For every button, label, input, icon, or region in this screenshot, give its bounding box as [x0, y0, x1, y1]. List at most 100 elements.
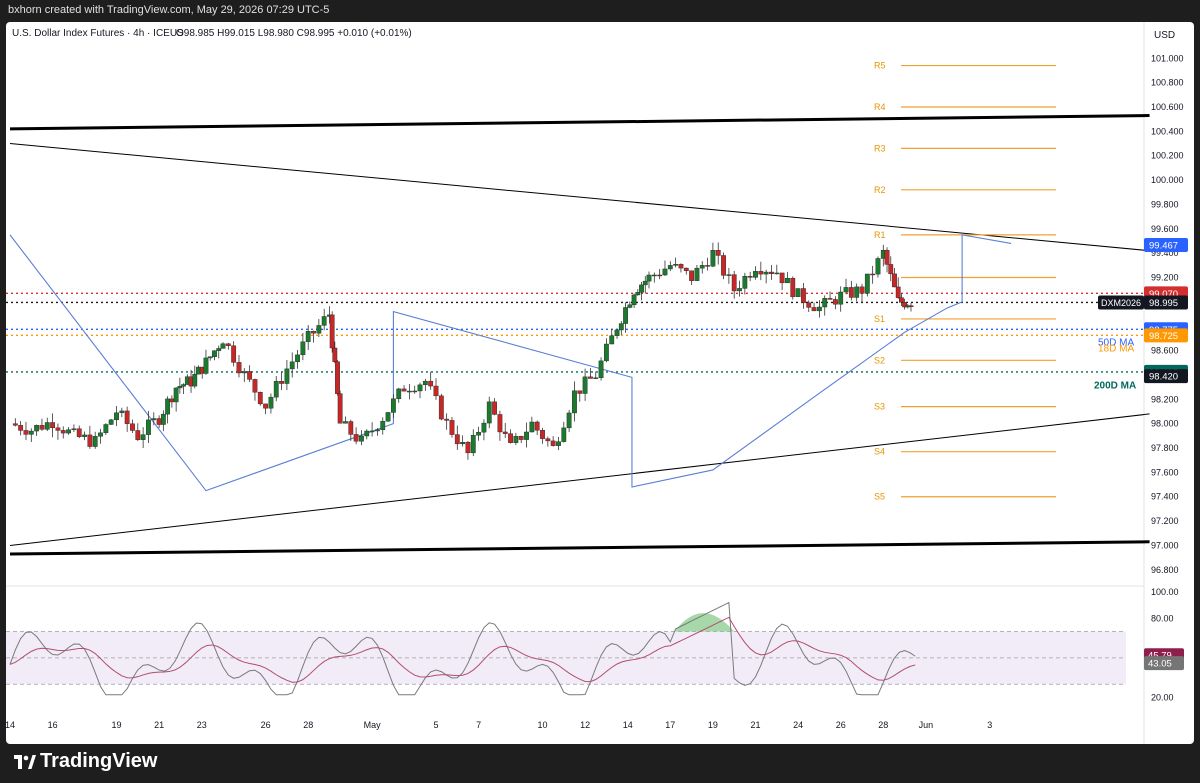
- upper-channel-line: [9, 114, 1150, 131]
- pivot-label: R5: [874, 61, 886, 71]
- candle-down: [689, 270, 695, 281]
- candle-down: [23, 430, 29, 435]
- x-tick-label: 28: [303, 720, 313, 730]
- candle-up: [694, 267, 700, 281]
- candle-up: [572, 390, 577, 414]
- pivot-label: R2: [874, 185, 886, 195]
- candle-up: [822, 298, 828, 308]
- ma200-label: 200D MA: [1094, 381, 1136, 392]
- candle-up: [396, 388, 402, 400]
- candle-up: [795, 288, 801, 297]
- candle-up: [843, 287, 849, 293]
- y-tick-label: 99.200: [1151, 273, 1179, 283]
- candle-up: [667, 265, 673, 270]
- candle-down: [225, 343, 231, 346]
- y-tick-label: 96.800: [1151, 565, 1179, 575]
- candle-up: [181, 384, 186, 387]
- candle-up: [380, 421, 386, 430]
- candle-down: [779, 272, 785, 284]
- candle-up: [470, 434, 476, 454]
- x-tick-label: 21: [154, 720, 164, 730]
- candle-up: [71, 428, 77, 430]
- chart-frame[interactable]: U.S. Dollar Index Futures · 4h · ICEUS O9…: [6, 22, 1194, 744]
- candle-down: [492, 401, 497, 415]
- candle-down: [518, 436, 524, 440]
- candle-up: [838, 291, 844, 305]
- candle-down: [76, 428, 82, 437]
- candle-up: [289, 361, 295, 370]
- rsi-tick-label: 100.00: [1151, 587, 1179, 597]
- credit-text: bxhorn created with TradingView.com, May…: [8, 4, 330, 16]
- candle-down: [790, 278, 796, 297]
- candle-down: [257, 392, 263, 405]
- candle-down: [848, 287, 854, 298]
- pivot-label: S1: [874, 314, 885, 324]
- candle-down: [156, 418, 162, 425]
- price-chart[interactable]: U.S. Dollar Index Futures · 4h · ICEUSO9…: [6, 22, 1194, 744]
- y-tick-label: 98.600: [1151, 346, 1179, 356]
- x-tick-label: 21: [750, 720, 760, 730]
- candle-down: [231, 345, 237, 363]
- candle-up: [854, 286, 860, 298]
- candle-down: [311, 331, 316, 334]
- candle-up: [364, 430, 370, 437]
- candle-down: [438, 395, 444, 420]
- candle-down: [263, 403, 268, 409]
- rsi-value-label: 43.05: [1148, 659, 1172, 670]
- candle-up: [627, 304, 633, 308]
- candle-up: [241, 371, 247, 374]
- candle-down: [715, 250, 721, 256]
- candle-down: [39, 425, 45, 430]
- y-tick-label: 98.000: [1151, 419, 1179, 429]
- candle-up: [192, 373, 198, 387]
- candle-up: [119, 410, 125, 413]
- candle-down: [705, 265, 710, 267]
- candle-up: [412, 390, 418, 393]
- candle-down: [329, 314, 335, 349]
- candle-up: [556, 441, 561, 446]
- candle-up: [513, 436, 519, 443]
- y-tick-label: 98.200: [1151, 394, 1179, 404]
- candle-up: [151, 418, 157, 421]
- candle-down: [908, 305, 914, 307]
- candle-down: [747, 275, 753, 278]
- candle-up: [273, 380, 279, 398]
- price-tag-label: 99.467: [1149, 240, 1178, 251]
- x-tick-label: 24: [793, 720, 803, 730]
- moving-average-line: [9, 234, 1012, 492]
- candle-down: [135, 430, 141, 440]
- y-tick-label: 97.000: [1151, 540, 1179, 550]
- candle-down: [657, 274, 663, 277]
- price-tag-label: 98.420: [1149, 372, 1178, 383]
- x-tick-label: May: [364, 720, 382, 730]
- candle-up: [359, 435, 364, 442]
- candle-up: [268, 396, 274, 409]
- candle-up: [785, 278, 790, 284]
- candle-down: [348, 421, 354, 435]
- rsi-tick-label: 20.00: [1151, 692, 1174, 702]
- candle-down: [335, 361, 340, 394]
- x-tick-label: 26: [836, 720, 846, 730]
- price-tag-label: 98.725: [1149, 331, 1178, 342]
- candle-up: [212, 350, 217, 357]
- candle-up: [28, 430, 34, 435]
- x-tick-label: 14: [623, 720, 633, 730]
- candle-up: [864, 273, 870, 294]
- candle-down: [832, 299, 838, 305]
- candle-up: [639, 284, 644, 293]
- candle-up: [460, 442, 466, 445]
- candle-down: [449, 420, 455, 435]
- candle-down: [169, 398, 175, 403]
- brand-name: TradingView: [40, 750, 158, 772]
- ascending-trendline: [9, 413, 1150, 546]
- y-tick-label: 100.000: [1151, 175, 1184, 185]
- candle-up: [146, 419, 151, 435]
- candle-down: [550, 440, 556, 446]
- candle-down: [892, 273, 897, 288]
- candle-up: [737, 288, 742, 292]
- candle-up: [391, 398, 396, 413]
- candle-up: [753, 271, 758, 278]
- candle-down: [55, 427, 61, 431]
- candle-down: [497, 414, 503, 433]
- candle-up: [476, 431, 481, 436]
